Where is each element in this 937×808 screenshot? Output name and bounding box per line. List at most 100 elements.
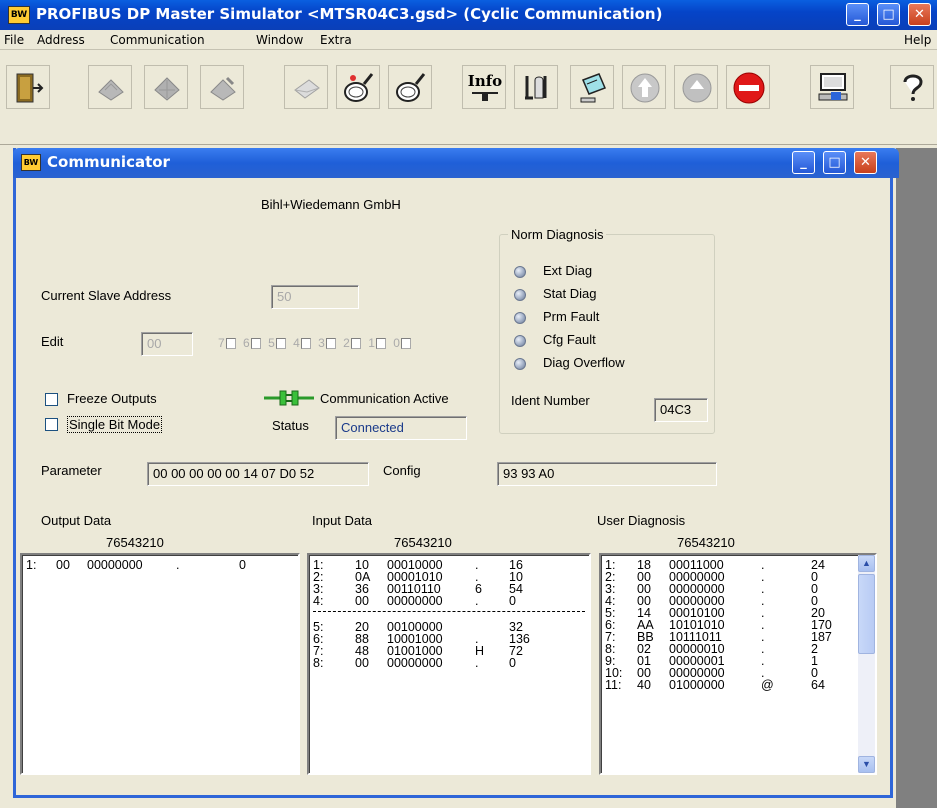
close-button[interactable]: ✕ [908,3,931,26]
minimize-button[interactable]: _ [846,3,869,26]
menu-file[interactable]: File [4,33,24,47]
row-bin: 01000000 [669,678,725,692]
row-index: 4: [313,594,324,608]
menu-extra[interactable]: Extra [320,33,352,47]
child-minimize-button[interactable]: _ [792,151,815,174]
handheld-button[interactable] [570,65,614,109]
module-grid-button[interactable] [144,65,188,109]
info-icon: Info [466,72,504,101]
bit-1-checkbox[interactable] [375,338,386,350]
ext-diag-led-icon [514,266,526,278]
magnifier-button[interactable] [388,65,432,109]
row-index: 8: [313,656,324,670]
bit-checkboxes: 7 6 5 4 3 2 1 0 [218,336,415,350]
bit-label-5: 5 [268,336,275,350]
list-item: 4: 00 00000000. 0 [313,595,573,608]
child-close-button[interactable]: ✕ [854,151,877,174]
ident-number-label: Ident Number [511,393,590,408]
module-icon [98,79,124,101]
row-hex: 00 [355,594,369,608]
menu-bar: File Address Communication Window Extra … [0,30,937,50]
menu-address[interactable]: Address [37,33,85,47]
config-label: Config [383,463,421,478]
bit-label-7: 7 [218,336,225,350]
scroll-up-icon[interactable]: ▲ [858,555,875,572]
diag-overflow-led-icon [514,358,526,370]
info-button[interactable]: Info [462,65,506,109]
scroll-down-icon[interactable]: ▼ [858,756,875,773]
prm-fault-led-icon [514,312,526,324]
help-button[interactable] [890,65,934,109]
menu-window[interactable]: Window [256,33,303,47]
row-char: @ [761,678,774,692]
user-diagnosis-scrollbar[interactable]: ▲ ▼ [858,555,875,773]
exit-button[interactable] [6,65,50,109]
question-icon [903,74,923,101]
network-computer-icon [818,73,848,101]
communicator-title: Communicator [47,153,170,171]
list-item: 11: 40 01000000 @64 [605,679,865,692]
menu-communication[interactable]: Communication [110,33,205,47]
config-field: 93 93 A0 [497,462,717,486]
app-title: PROFIBUS DP Master Simulator <MTSR04C3.g… [36,5,663,23]
user-diagnosis-list[interactable]: 1: 18 00011000. 24 2: 00 00000000. 0 3: 00 0000000… [599,553,877,775]
row-hex: 40 [637,678,651,692]
bit-4-checkbox[interactable] [300,338,311,350]
child-maximize-button[interactable]: □ [823,151,846,174]
current-slave-address-field: 50 [271,285,359,309]
handheld-icon [580,73,606,103]
menu-help[interactable]: Help [904,33,931,47]
scroll-thumb[interactable] [858,574,875,654]
prm-fault-label: Prm Fault [543,309,600,324]
app-title-bar[interactable]: BW PROFIBUS DP Master Simulator <MTSR04C… [0,0,937,30]
row-index: 1: [26,558,37,572]
input-data-list[interactable]: 1: 10 00010000. 16 2: 0A 00001010. 10 3: 36 001101… [307,553,591,775]
output-data-label: Output Data [41,513,112,528]
row-char: . [475,594,479,608]
exit-icon [16,73,44,103]
stop-button[interactable] [726,65,770,109]
row-dec: 64 [811,678,825,692]
close-icon: ✕ [860,155,871,170]
communicator-title-bar[interactable]: BW Communicator _ □ ✕ [13,148,899,178]
network-computer-button[interactable] [810,65,854,109]
group-separator [313,611,585,612]
stop-icon [733,72,765,104]
module-edit-button[interactable] [200,65,244,109]
connection-plug-icon [264,390,314,406]
bit-5-checkbox[interactable] [275,338,286,350]
maximize-button[interactable]: □ [877,3,900,26]
edit-field[interactable]: 00 [141,332,193,356]
module-grid-icon [154,77,180,101]
input-bit-header: 76543210 [394,535,452,550]
user-diag-bit-header: 76543210 [677,535,735,550]
freeze-outputs-checkbox[interactable] [45,393,58,406]
magnifier-star-button[interactable] [336,65,380,109]
bit-label-4: 4 [293,336,300,350]
module-edit-icon [210,76,236,101]
toolbar: Info [0,51,937,145]
bit-3-checkbox[interactable] [325,338,336,350]
tools-icon [525,76,547,100]
close-icon: ✕ [914,7,925,22]
bit-7-checkbox[interactable] [225,338,236,350]
bit-0-checkbox[interactable] [400,338,411,350]
tools-button[interactable] [514,65,558,109]
bit-6-checkbox[interactable] [250,338,261,350]
arrow-up-button[interactable] [622,65,666,109]
row-bin: 00000000 [87,558,143,572]
parameter-field: 00 00 00 00 00 14 07 D0 52 [147,462,369,486]
bit-label-0: 0 [393,336,400,350]
bit-2-checkbox[interactable] [350,338,361,350]
stat-diag-led-icon [514,289,526,301]
output-data-list[interactable]: 1: 00 00000000 . 0 [20,553,300,775]
bit-label-6: 6 [243,336,250,350]
envelope-button[interactable] [284,65,328,109]
module-button[interactable] [88,65,132,109]
arrow-up-gray-button[interactable] [674,65,718,109]
row-hex: 00 [56,558,70,572]
output-bit-header: 76543210 [106,535,164,550]
row-dec: 0 [239,558,246,572]
single-bit-mode-checkbox[interactable] [45,418,58,431]
minimize-icon: _ [854,7,861,22]
